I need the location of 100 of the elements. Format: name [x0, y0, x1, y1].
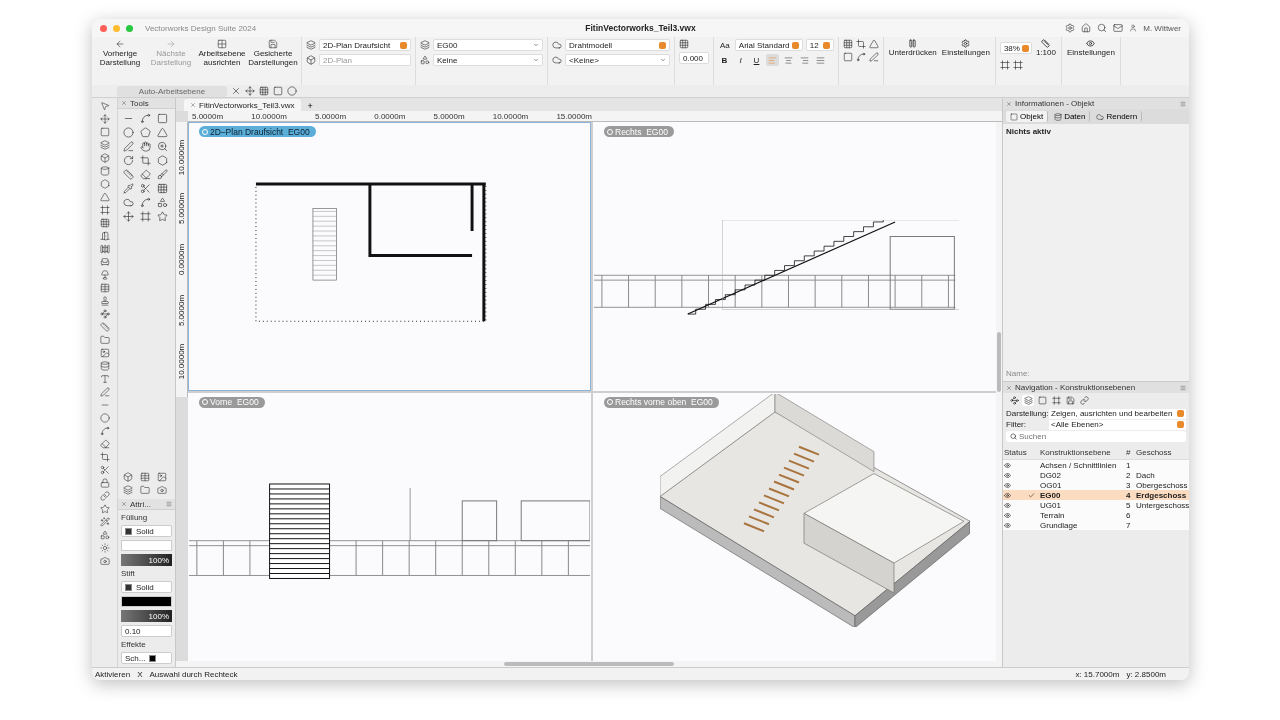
render-icon[interactable]	[552, 40, 562, 50]
user-name[interactable]: M. Wittwer	[1143, 23, 1181, 33]
stamp-icon[interactable]	[99, 296, 110, 306]
pipette-icon[interactable]	[122, 183, 134, 194]
font-select[interactable]: Arial Standard	[734, 39, 803, 51]
snap-grid-icon[interactable]	[259, 86, 269, 96]
shadow-select[interactable]: Sch...	[121, 652, 172, 664]
star-icon[interactable]	[99, 504, 110, 514]
frame-icon[interactable]	[139, 211, 151, 222]
grid-icon[interactable]	[156, 183, 168, 194]
close-icon[interactable]	[100, 24, 107, 32]
eye-icon[interactable]	[1004, 491, 1011, 499]
table-cell[interactable]: DG02	[1039, 470, 1125, 480]
cloud-icon[interactable]	[122, 197, 134, 208]
scissors-icon[interactable]	[99, 465, 110, 475]
workspace-icon[interactable]	[156, 485, 167, 495]
curve-icon[interactable]	[855, 52, 866, 62]
eraser-icon[interactable]	[139, 169, 151, 180]
database-icon[interactable]	[99, 361, 110, 371]
class-select[interactable]: Keine	[433, 54, 543, 66]
fill-color-bar[interactable]	[121, 540, 172, 551]
brush-icon[interactable]	[156, 169, 168, 180]
hexagon-icon[interactable]	[99, 179, 110, 189]
wand-icon[interactable]	[99, 517, 110, 527]
text-style-button[interactable]: U	[750, 54, 763, 66]
zoom-icon[interactable]	[156, 141, 168, 152]
rectangle-icon[interactable]	[156, 113, 168, 124]
table-cell[interactable]: Grundlage	[1039, 520, 1125, 530]
classes-icon[interactable]	[420, 55, 430, 65]
ruler-icon[interactable]	[122, 169, 134, 180]
suppress-button[interactable]: Unterdrücken	[887, 39, 938, 58]
layers-icon[interactable]	[99, 140, 110, 150]
close-icon[interactable]	[1006, 384, 1012, 391]
rotate-icon[interactable]	[122, 155, 134, 166]
search-field[interactable]: Suchen	[1006, 431, 1186, 442]
view-button[interactable]: Arbeitsebene ausrichten	[198, 39, 246, 68]
text-style-button[interactable]: B	[718, 54, 731, 66]
table-cell[interactable]: UG01	[1039, 500, 1125, 510]
select-rect-icon[interactable]	[273, 86, 283, 96]
document-tab[interactable]: FitinVectorworks_Teil3.vwx	[184, 99, 301, 111]
fit-selection-icon[interactable]	[1012, 60, 1023, 71]
settings-button[interactable]: Einstellungen	[940, 39, 991, 58]
font-button[interactable]: Aa	[718, 39, 732, 51]
info-tab[interactable]: Objekt	[1006, 111, 1049, 122]
layers-icon[interactable]	[420, 40, 430, 50]
close-icon[interactable]	[1006, 100, 1012, 107]
lamp-icon[interactable]	[99, 270, 110, 280]
hexagon-icon[interactable]	[156, 155, 168, 166]
add-tab-button[interactable]: +	[304, 101, 316, 111]
table-cell[interactable]: EG00	[1039, 490, 1125, 500]
elevation-field[interactable]: 0.000	[679, 52, 709, 64]
info-tab[interactable]: Rendern	[1092, 111, 1143, 122]
crop-icon[interactable]	[99, 452, 110, 462]
grid-icon[interactable]	[99, 218, 110, 228]
navigation-tab[interactable]	[1064, 395, 1076, 406]
mail-icon[interactable]	[1113, 23, 1124, 33]
search-icon[interactable]	[1097, 23, 1108, 33]
workspace-icon[interactable]	[139, 472, 150, 482]
curve-icon[interactable]	[99, 426, 110, 436]
view-settings-button[interactable]: Einstellungen	[1065, 39, 1116, 58]
pen-style-select[interactable]: Solid	[121, 581, 172, 593]
star-icon[interactable]	[156, 211, 168, 222]
layer-select[interactable]: EG00	[433, 39, 543, 51]
snap-cross-icon[interactable]	[231, 86, 241, 96]
pointer-icon[interactable]	[99, 101, 110, 111]
curve-icon[interactable]	[139, 113, 151, 124]
triangle-icon[interactable]	[156, 127, 168, 138]
ruler-icon[interactable]	[99, 322, 110, 332]
text-style-button[interactable]: I	[734, 54, 747, 66]
scroll-thumb[interactable]	[997, 332, 1001, 392]
eye-icon[interactable]	[1004, 471, 1011, 479]
eye-icon[interactable]	[1004, 511, 1011, 519]
eye-icon[interactable]	[1004, 481, 1011, 489]
eye-icon[interactable]	[1004, 521, 1011, 529]
triangle-icon[interactable]	[99, 192, 110, 202]
zoom-select[interactable]: 38%	[999, 42, 1032, 55]
table-icon[interactable]	[99, 283, 110, 293]
plane-icon[interactable]	[679, 39, 689, 49]
text-icon[interactable]	[99, 374, 110, 384]
image-icon[interactable]	[99, 348, 110, 358]
angle-icon[interactable]	[868, 39, 879, 49]
align-button[interactable]	[782, 54, 795, 66]
render-select[interactable]: Drahtmodell	[565, 39, 670, 51]
link-icon[interactable]	[99, 491, 110, 501]
close-icon[interactable]	[121, 100, 127, 106]
workspace-icon[interactable]	[156, 472, 167, 482]
crop-icon[interactable]	[855, 39, 866, 49]
pen-icon[interactable]	[99, 387, 110, 397]
camera-icon[interactable]	[99, 556, 110, 566]
fence-icon[interactable]	[99, 244, 110, 254]
frame-icon[interactable]	[99, 205, 110, 215]
align-button[interactable]	[798, 54, 811, 66]
settings-icon[interactable]	[1065, 23, 1076, 33]
spline-icon[interactable]	[139, 197, 151, 208]
viewport-label[interactable]: 2D–Plan Draufsicht EG00	[199, 126, 316, 137]
pen-color-bar[interactable]	[121, 596, 172, 607]
display-select[interactable]: Zeigen, ausrichten und bearbeiten	[1049, 408, 1186, 419]
line-weight-select[interactable]: 0.10	[121, 625, 172, 637]
snap-move-icon[interactable]	[245, 86, 255, 96]
render-style-icon[interactable]	[552, 55, 562, 65]
